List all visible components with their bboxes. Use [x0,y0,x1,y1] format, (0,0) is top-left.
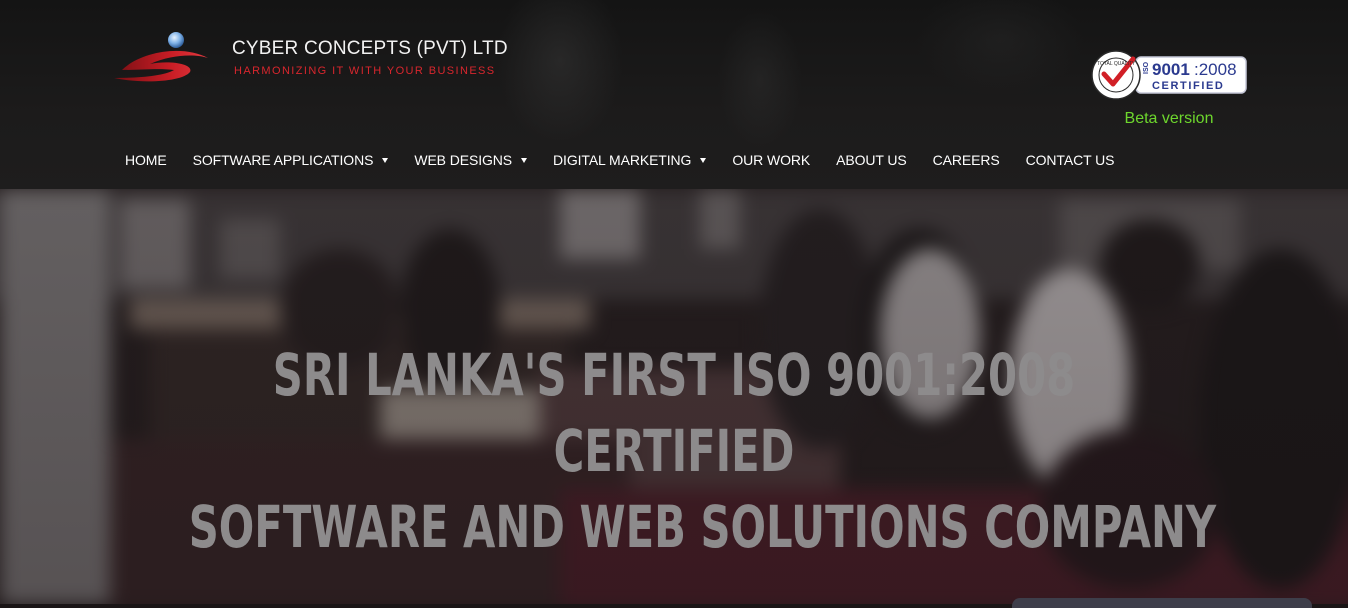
nav-about-us[interactable]: ABOUT US [823,152,920,168]
nav-about-us-label: ABOUT US [836,152,907,168]
nav-web-designs-label: WEB DESIGNS [414,152,513,168]
iso-certification-badge: TOTAL QUALITY ISO 9001 :2008 CERTIFIED [1090,50,1248,100]
beta-version-label: Beta version [1124,110,1214,127]
hero-headline-line-2: CERTIFIED [553,417,795,485]
nav-home[interactable]: HOME [112,152,180,168]
nav-our-work-label: OUR WORK [732,152,811,168]
caret-down-icon [382,158,389,163]
floating-widget-tab[interactable] [1012,598,1312,608]
iso-label: ISO [1143,61,1150,74]
company-logo[interactable]: CYBER CONCEPTS (PVT) LTD HARMONIZING IT … [112,30,508,86]
iso-standard: 9001 [1152,60,1190,79]
nav-software-applications-label: SOFTWARE APPLICATIONS [192,152,374,168]
iso-year: :2008 [1194,60,1237,79]
seal-text: TOTAL QUALITY [1097,61,1136,67]
nav-digital-marketing[interactable]: DIGITAL MARKETING [540,152,719,168]
nav-digital-marketing-label: DIGITAL MARKETING [553,152,692,168]
site-header: CYBER CONCEPTS (PVT) LTD HARMONIZING IT … [0,0,1348,189]
nav-careers-label: CAREERS [932,152,1000,168]
company-name: CYBER CONCEPTS (PVT) LTD [232,38,508,59]
nav-web-designs[interactable]: WEB DESIGNS [401,152,540,168]
iso-certified: CERTIFIED [1152,80,1224,92]
logo-swoosh-icon [114,32,208,82]
hero-headline-line-3: SOFTWARE AND WEB SOLUTIONS COMPANY [188,493,1217,561]
hero-headline-line-1: SRI LANKA'S FIRST ISO 9001:2008 [272,341,1076,409]
hero-headline: SRI LANKA'S FIRST ISO 9001:2008 CERTIFIE… [188,337,1217,565]
nav-software-applications[interactable]: SOFTWARE APPLICATIONS [180,152,402,168]
nav-our-work[interactable]: OUR WORK [719,152,823,168]
caret-down-icon [521,158,528,163]
company-tagline: HARMONIZING IT WITH YOUR BUSINESS [234,65,496,77]
nav-contact-us-label: CONTACT US [1025,152,1115,168]
nav-contact-us[interactable]: CONTACT US [1013,152,1128,168]
caret-down-icon [700,158,707,163]
nav-careers[interactable]: CAREERS [920,152,1013,168]
main-navigation: HOME SOFTWARE APPLICATIONS WEB DESIGNS D… [112,149,1127,171]
nav-home-label: HOME [125,152,167,168]
